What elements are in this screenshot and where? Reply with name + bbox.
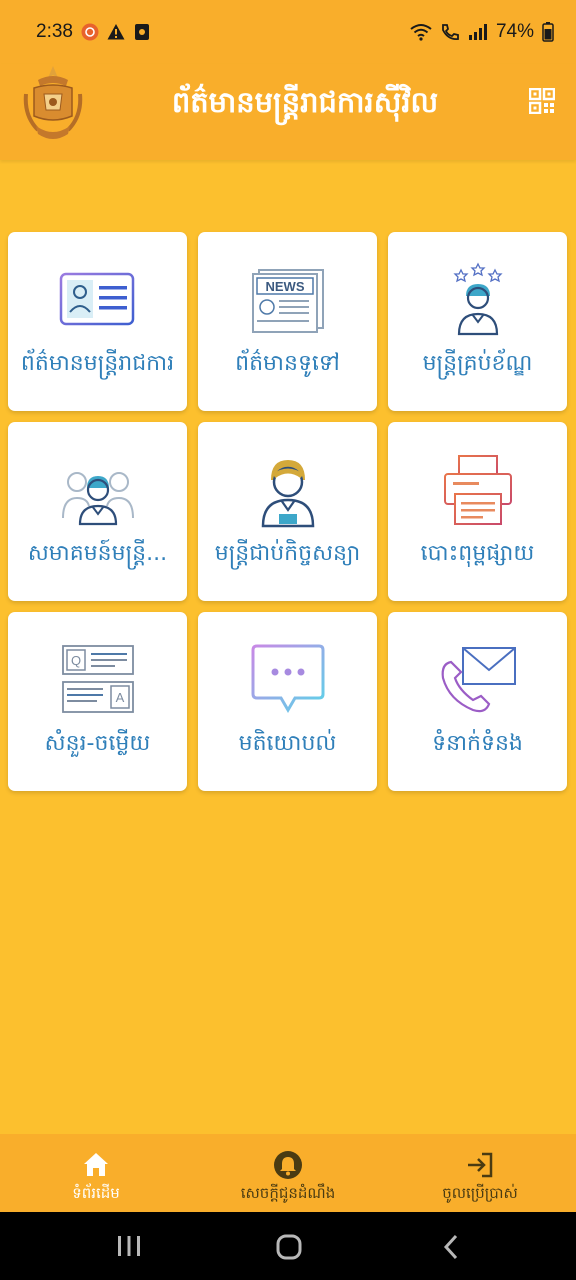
tile-feedback[interactable]: មតិយោបល់: [198, 612, 377, 791]
svg-text:Q: Q: [71, 653, 81, 668]
tile-label: ទំនាក់ទំនង: [432, 731, 523, 756]
tile-label: បោះពុម្ពផ្សាយ: [420, 541, 535, 566]
nav-label-home: ទំព័រដើម: [72, 1184, 120, 1202]
warning-icon: [107, 23, 125, 41]
recents-button[interactable]: [116, 1234, 142, 1258]
contract-officer-icon: [261, 460, 315, 528]
tile-contract-officers[interactable]: មន្ត្រីជាប់កិច្ចសន្យា: [198, 422, 377, 601]
group-icon: [62, 472, 134, 526]
tile-label: មតិយោបល់: [238, 731, 337, 756]
contact-phone-mail-icon: [441, 647, 516, 713]
app-title: ព័ត៌មានមន្ត្រីរាជការស៊ីវិល: [171, 85, 439, 119]
login-icon: [468, 1152, 493, 1178]
tile-general-news[interactable]: NEWS ព័ត៌មានទូទៅ: [198, 232, 377, 411]
media-icon: [133, 23, 151, 41]
qa-icon: Q A: [62, 645, 134, 713]
tile-officer-association[interactable]: សមាគមន៍មន្ត្រី...: [8, 422, 187, 601]
tile-label: សំនួរ-ចម្លើយ: [44, 731, 151, 756]
tile-label: សមាគមន៍មន្ត្រី...: [27, 541, 168, 566]
nav-label-login: ចូលប្រើប្រាស់: [442, 1184, 518, 1202]
bottom-navigation: ទំព័រដើម សេចក្ដីជូនដំណឹង ចូលប្រើប្រាស់: [0, 1134, 576, 1212]
tile-all-framework-officers[interactable]: មន្ត្រីគ្រប់ខ័ណ្ឌ: [388, 232, 567, 411]
battery-percentage: 74%: [495, 21, 534, 42]
id-card-icon: [59, 272, 135, 326]
wifi-icon: [410, 24, 432, 41]
signal-icon: [468, 24, 487, 40]
tile-label: ព័ត៌មានមន្ត្រីរាជការ: [20, 351, 175, 376]
tile-publications[interactable]: បោះពុម្ពផ្សាយ: [388, 422, 567, 601]
status-left: 2:38: [36, 21, 151, 43]
app-header: ព័ត៌មានមន្ត្រីរាជការស៊ីវិល: [0, 64, 576, 160]
tile-label: មន្ត្រីគ្រប់ខ័ណ្ឌ: [422, 351, 533, 376]
tile-contact[interactable]: ទំនាក់ទំនង: [388, 612, 567, 791]
tile-faq[interactable]: Q A សំនួរ-ចម្លើយ: [8, 612, 187, 791]
emblem-logo: [23, 66, 83, 139]
app-notification-icon: [81, 23, 99, 41]
nav-label-notifications: សេចក្ដីជូនដំណឹង: [240, 1184, 336, 1202]
status-bar: 2:38 74%: [0, 0, 576, 64]
nav-home[interactable]: ទំព័រដើម: [0, 1134, 192, 1212]
tile-label: មន្ត្រីជាប់កិច្ចសន្យា: [214, 541, 361, 566]
tile-civil-servant-info[interactable]: ព័ត៌មានមន្ត្រីរាជការ: [8, 232, 187, 411]
nav-notifications[interactable]: សេចក្ដីជូនដំណឹង: [192, 1134, 384, 1212]
battery-icon: [542, 22, 554, 42]
call-icon: [442, 24, 459, 40]
svg-text:A: A: [116, 690, 125, 705]
home-button[interactable]: [276, 1234, 302, 1260]
officer-stars-icon: [453, 262, 503, 336]
status-time: 2:38: [36, 21, 73, 42]
menu-grid: ព័ត៌មានមន្ត្រីរាជការ NEWS ព័ត៌មានទូទៅ មន…: [8, 232, 568, 792]
printer-icon: [444, 455, 512, 525]
qr-code-icon[interactable]: [529, 88, 555, 114]
svg-text:NEWS: NEWS: [266, 279, 305, 294]
system-navigation-bar: [0, 1212, 576, 1280]
chat-bubble-icon: [251, 644, 325, 713]
nav-login[interactable]: ចូលប្រើប្រាស់: [384, 1134, 576, 1212]
tile-label: ព័ត៌មានទូទៅ: [235, 351, 340, 376]
newspaper-icon: NEWS: [252, 269, 324, 333]
bell-icon: [274, 1151, 302, 1179]
status-right: 74%: [410, 21, 554, 43]
home-icon: [84, 1153, 108, 1176]
back-button[interactable]: [442, 1234, 460, 1260]
